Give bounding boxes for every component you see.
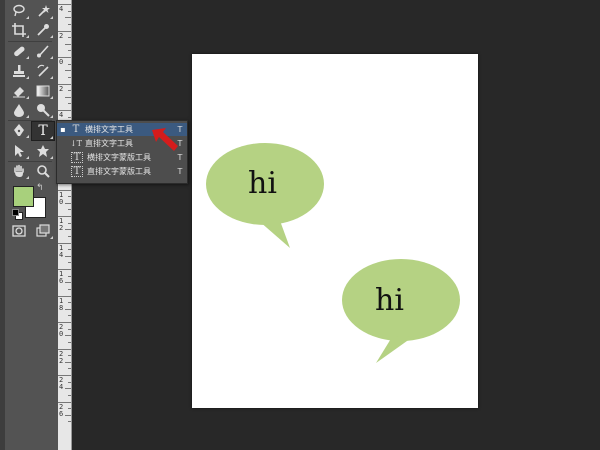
ruler-minor-tick xyxy=(68,408,71,410)
healing-brush-tool-icon[interactable] xyxy=(8,42,30,60)
blur-tool-icon[interactable] xyxy=(8,101,30,119)
swap-colors-icon[interactable]: ↰ xyxy=(36,183,44,193)
tools-panel-edge xyxy=(0,0,5,450)
speech-bubbles-layer xyxy=(206,143,460,363)
ruler-minor-tick xyxy=(65,308,71,310)
ruler-minor-tick xyxy=(68,421,71,423)
ruler-minor-tick xyxy=(68,196,71,198)
ruler-minor-tick xyxy=(65,202,71,204)
bubble-text[interactable]: hi xyxy=(375,283,404,318)
ruler-minor-tick xyxy=(65,414,71,416)
ruler-minor-tick xyxy=(65,335,71,337)
ruler-label: 1 8 xyxy=(59,296,64,312)
ruler-label: 1 2 xyxy=(59,217,64,232)
ruler-minor-tick xyxy=(65,229,71,231)
ruler-minor-tick xyxy=(68,116,71,118)
ruler-minor-tick xyxy=(68,235,71,237)
flyout-item-label: 直排文字蒙版工具 xyxy=(87,167,151,176)
horizontal-type-mask-icon: T xyxy=(71,152,83,163)
gradient-tool-icon[interactable] xyxy=(32,82,54,100)
zoom-tool-icon[interactable] xyxy=(32,162,54,180)
ruler-label: 2 xyxy=(59,84,64,93)
ruler-minor-tick xyxy=(68,50,71,52)
ruler-label: 2 4 xyxy=(59,376,64,391)
magic-wand-tool-icon[interactable] xyxy=(32,2,54,20)
brush-tool-icon[interactable] xyxy=(32,42,54,60)
path-selection-tool-icon[interactable] xyxy=(8,142,30,160)
ruler-label: 1 0 xyxy=(59,190,64,206)
ruler-minor-tick xyxy=(68,63,71,65)
ruler-label: 2 6 xyxy=(59,402,64,418)
selected-bullet-icon: ▪ xyxy=(60,125,66,134)
ruler-minor-tick xyxy=(68,262,71,264)
ruler-label: 4 xyxy=(59,5,64,13)
type-tool-icon: T xyxy=(38,123,48,139)
horizontal-type-icon: T xyxy=(72,124,80,135)
vertical-type-icon: ↓T xyxy=(69,139,83,148)
annotation-arrow-icon xyxy=(152,128,178,151)
ruler-minor-tick xyxy=(65,255,71,257)
ruler-minor-tick xyxy=(68,394,71,396)
ruler-minor-tick xyxy=(68,76,71,78)
eraser-tool-icon[interactable] xyxy=(8,82,30,100)
ruler-minor-tick xyxy=(68,37,71,39)
quick-mask-icon[interactable] xyxy=(8,222,30,240)
tools-panel: T ↰ xyxy=(0,0,59,450)
ruler-minor-tick xyxy=(68,328,71,330)
ruler-minor-tick xyxy=(68,381,71,383)
ruler-label: 2 xyxy=(59,31,64,40)
ruler-minor-tick xyxy=(65,43,71,45)
ruler-label: 2 0 xyxy=(59,323,64,338)
ruler-minor-tick xyxy=(68,249,71,251)
foreground-color-swatch[interactable] xyxy=(13,186,34,207)
ruler-minor-tick xyxy=(65,282,71,284)
ruler-label: 1 4 xyxy=(59,243,64,259)
lasso-tool-icon[interactable] xyxy=(8,2,30,20)
ruler-minor-tick xyxy=(68,368,71,370)
custom-shape-tool-icon[interactable] xyxy=(32,142,54,160)
flyout-item-vertical-type-mask[interactable]: T 直排文字蒙版工具 T xyxy=(57,165,187,178)
ruler-minor-tick xyxy=(68,209,71,211)
ruler-minor-tick xyxy=(68,288,71,290)
ruler-minor-tick xyxy=(65,70,71,72)
vertical-ruler[interactable]: 42024681 01 21 41 61 82 02 22 42 6 xyxy=(58,0,72,450)
bubble-text[interactable]: hi xyxy=(248,166,277,201)
ruler-minor-tick xyxy=(68,222,71,224)
pen-tool-icon[interactable] xyxy=(8,121,30,139)
ruler-label: 4 xyxy=(59,111,64,119)
ruler-minor-tick xyxy=(65,17,71,19)
default-colors-icon[interactable] xyxy=(12,209,23,220)
document-canvas[interactable]: hi hi xyxy=(192,54,478,408)
eyedropper-tool-icon[interactable] xyxy=(32,21,54,39)
ruler-label: 1 6 xyxy=(59,270,64,285)
type-tool-button[interactable]: T xyxy=(31,121,55,141)
ruler-minor-tick xyxy=(68,103,71,105)
ruler-minor-tick xyxy=(68,23,71,25)
clone-stamp-tool-icon[interactable] xyxy=(8,62,30,80)
ruler-minor-tick xyxy=(68,10,71,12)
hand-tool-icon[interactable] xyxy=(8,162,30,180)
vertical-type-mask-icon: T xyxy=(71,166,83,177)
ruler-minor-tick xyxy=(68,90,71,92)
ruler-minor-tick xyxy=(68,355,71,357)
ruler-minor-tick xyxy=(65,361,71,363)
ruler-minor-tick xyxy=(68,341,71,343)
crop-tool-icon[interactable] xyxy=(8,21,30,39)
ruler-minor-tick xyxy=(68,315,71,317)
ruler-minor-tick xyxy=(68,302,71,304)
screen-mode-icon[interactable] xyxy=(32,222,54,240)
ruler-minor-tick xyxy=(68,275,71,277)
ruler-label: 0 xyxy=(59,58,64,66)
ruler-minor-tick xyxy=(65,96,71,98)
ruler-minor-tick xyxy=(65,388,71,390)
history-brush-tool-icon[interactable] xyxy=(32,62,54,80)
flyout-item-shortcut: T xyxy=(177,167,183,176)
ruler-label: 2 2 xyxy=(59,349,64,365)
dodge-tool-icon[interactable] xyxy=(32,101,54,119)
